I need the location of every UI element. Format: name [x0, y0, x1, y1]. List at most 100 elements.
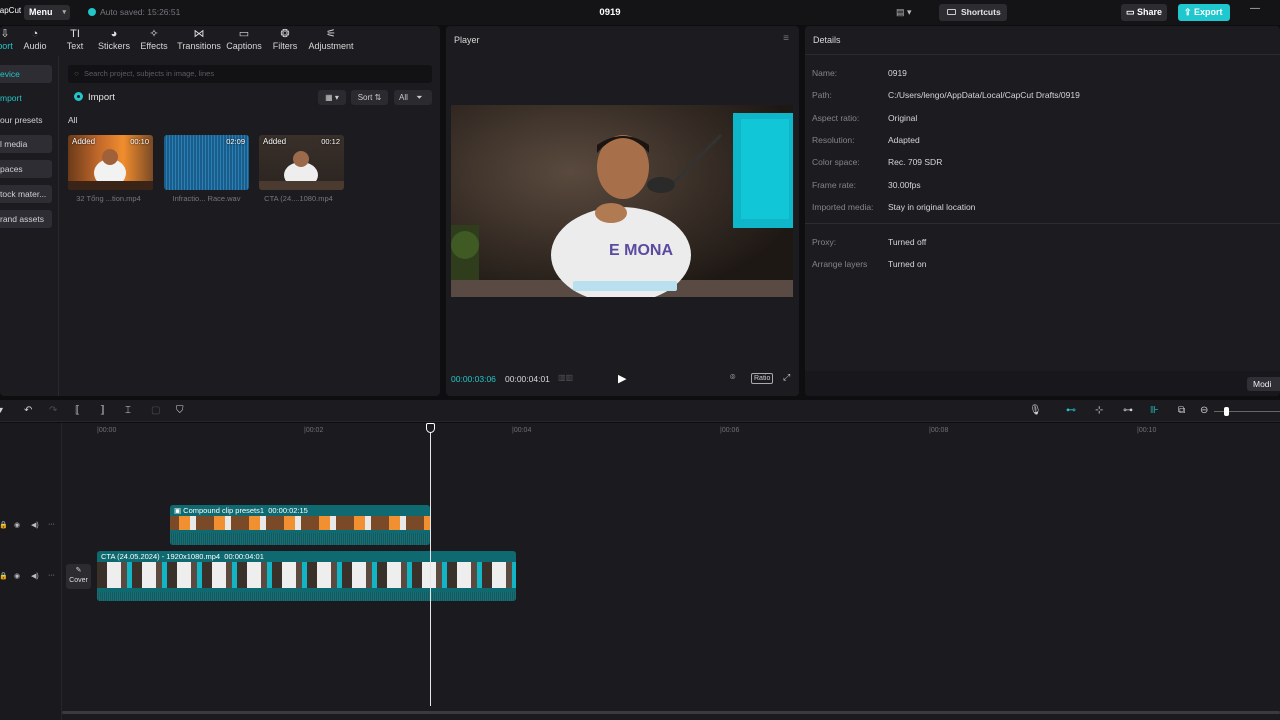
- preview-axis-icon[interactable]: ⊪: [1150, 405, 1159, 416]
- search-input[interactable]: ○ Search project, subjects in image, line…: [68, 65, 432, 83]
- effects-icon: ✧: [149, 28, 159, 40]
- speaker-icon[interactable]: ◀): [31, 521, 39, 529]
- clip-header: CTA (24.05.2024) - 1920x1080.mp4 00:00:0…: [97, 551, 516, 562]
- tab-audio[interactable]: ◔ Audio: [22, 28, 48, 56]
- media-duration: 00:10: [130, 137, 149, 146]
- ruler-label: |00:06: [720, 427, 740, 434]
- import-radio-icon: [74, 92, 83, 101]
- cover-button[interactable]: ✎ Cover: [66, 564, 91, 589]
- media-name-1: 32 Tổng ...tion.mp4: [76, 194, 141, 203]
- zoom-fit-icon[interactable]: ⧉: [1178, 405, 1185, 416]
- search-icon: ○: [74, 69, 79, 78]
- chevron-down-icon[interactable]: ▾: [0, 405, 3, 416]
- timeline-grid-icon[interactable]: ▥▥: [558, 373, 573, 383]
- clip-frames: [97, 562, 516, 588]
- auto-snap-icon[interactable]: ⊹: [1095, 405, 1103, 416]
- sort-button[interactable]: Sort ⇅: [351, 90, 388, 105]
- fit-screen-icon[interactable]: ⌾: [730, 372, 735, 383]
- playhead[interactable]: [430, 427, 431, 706]
- tab-stickers[interactable]: ◕ Stickers: [98, 28, 130, 56]
- detail-key: Proxy:: [812, 237, 837, 247]
- project-title: 0919: [599, 7, 621, 18]
- audio-waveform: [97, 592, 516, 601]
- shirt-text: E MONA: [609, 242, 673, 259]
- sidebar-item-import[interactable]: mport: [0, 89, 52, 107]
- trim-left-icon[interactable]: ⟧: [100, 405, 105, 416]
- layout-icon[interactable]: ▤ ▾: [896, 7, 912, 18]
- eye-icon[interactable]: ◉: [14, 572, 20, 580]
- tab-text[interactable]: TI Text: [63, 28, 87, 56]
- zoom-out-icon[interactable]: ⊖: [1200, 405, 1208, 416]
- added-badge: Added: [72, 137, 96, 146]
- fullscreen-icon[interactable]: ⤢: [783, 372, 790, 383]
- captions-icon: ▭: [238, 28, 250, 40]
- tab-effects[interactable]: ✧ Effects: [140, 28, 168, 56]
- chevron-down-icon: ▾: [62, 9, 66, 16]
- hamburger-icon[interactable]: ≡: [783, 33, 789, 44]
- more-icon[interactable]: ···: [48, 572, 55, 579]
- modify-button[interactable]: Modi: [1247, 377, 1280, 391]
- minimize-icon[interactable]: —: [1250, 3, 1260, 14]
- divider: [805, 54, 1280, 55]
- tab-adjustment[interactable]: ⚟ Adjustment: [307, 28, 355, 56]
- media-thumb-2[interactable]: 02:09: [164, 135, 249, 190]
- ratio-button[interactable]: Ratio: [751, 373, 774, 384]
- tab-captions[interactable]: ▭ Captions: [226, 28, 262, 56]
- share-label: Share: [1137, 7, 1163, 17]
- sidebar-item-brand-assets[interactable]: rand assets: [0, 210, 52, 228]
- tab-import[interactable]: ⇩port: [0, 28, 14, 56]
- clip-label: Compound clip presets1: [183, 506, 265, 515]
- filter-all-button[interactable]: All ⏷: [394, 90, 432, 105]
- share-button[interactable]: ▭ Share: [1121, 4, 1167, 21]
- media-thumb-3[interactable]: Added 00:12: [259, 135, 344, 190]
- sidebar-item-spaces[interactable]: paces: [0, 160, 52, 178]
- horizontal-scrollbar[interactable]: [62, 711, 1280, 714]
- media-thumb-1[interactable]: Added 00:10: [68, 135, 153, 190]
- tab-filters[interactable]: ❂ Filters: [272, 28, 298, 56]
- timeline-area: 🔒 ◉ ◀) ··· 🔒 ◉ ◀) ··· |00:00 |00:02 |00:…: [0, 423, 1280, 720]
- play-icon[interactable]: ▶: [618, 372, 626, 385]
- shield-icon[interactable]: ⛉: [176, 405, 184, 416]
- more-icon[interactable]: ···: [48, 521, 55, 528]
- split-icon[interactable]: ⟦: [75, 405, 80, 416]
- shortcuts-button[interactable]: Shortcuts: [939, 4, 1007, 21]
- microphone-icon[interactable]: 🎙: [1029, 405, 1042, 416]
- detail-key: Color space:: [812, 157, 860, 167]
- menu-button[interactable]: Menu ▾: [24, 5, 70, 20]
- section-label: All: [68, 115, 78, 125]
- sidebar-item-device[interactable]: evice: [0, 65, 52, 83]
- linkage-icon[interactable]: ⊶: [1123, 405, 1133, 416]
- sidebar-item-stock-material[interactable]: tock mater...: [0, 185, 52, 203]
- undo-icon[interactable]: ↶: [24, 405, 32, 416]
- lock-icon[interactable]: 🔒: [0, 572, 8, 580]
- media-sidebar: evice mport our presets l media paces to…: [0, 56, 59, 396]
- detail-key: Arrange layers: [812, 259, 868, 269]
- grid-icon: ▦ ▾: [325, 93, 339, 102]
- text-icon: TI: [70, 28, 80, 40]
- playhead-handle[interactable]: [426, 423, 435, 433]
- import-button[interactable]: Import: [74, 92, 115, 103]
- view-mode-button[interactable]: ▦ ▾: [318, 90, 346, 105]
- eye-icon[interactable]: ◉: [14, 521, 20, 529]
- detail-key: Frame rate:: [812, 180, 856, 190]
- speaker-icon[interactable]: ◀): [31, 572, 39, 580]
- transitions-icon: ⋈: [193, 28, 205, 40]
- tab-transitions[interactable]: ⋈ Transitions: [177, 28, 221, 56]
- main-track-magnet-icon[interactable]: ⊷: [1066, 405, 1076, 416]
- ruler-label: |00:02: [304, 427, 324, 434]
- sidebar-item-presets[interactable]: our presets: [0, 111, 52, 129]
- compound-clip[interactable]: ▣ Compound clip presets1 00:00:02:15: [170, 505, 430, 545]
- filters-icon: ❂: [280, 28, 290, 40]
- detail-value: Turned off: [888, 237, 927, 247]
- zoom-slider-handle[interactable]: [1224, 407, 1229, 416]
- media-name-2: Infractio... Race.wav: [172, 194, 241, 203]
- export-button[interactable]: ⇪ Export: [1178, 4, 1230, 21]
- trim-right-icon[interactable]: ⌶: [125, 405, 131, 416]
- video-preview[interactable]: E MONA: [451, 105, 793, 297]
- lock-icon[interactable]: 🔒: [0, 521, 8, 529]
- details-panel: Details Name: 0919 Path: C:/Users/lengo/Ap…: [805, 26, 1280, 396]
- delete-icon[interactable]: ▢: [151, 405, 160, 416]
- main-video-clip[interactable]: CTA (24.05.2024) - 1920x1080.mp4 00:00:0…: [97, 551, 516, 601]
- sidebar-item-all-media[interactable]: l media: [0, 135, 52, 153]
- redo-icon[interactable]: ↷: [49, 405, 57, 416]
